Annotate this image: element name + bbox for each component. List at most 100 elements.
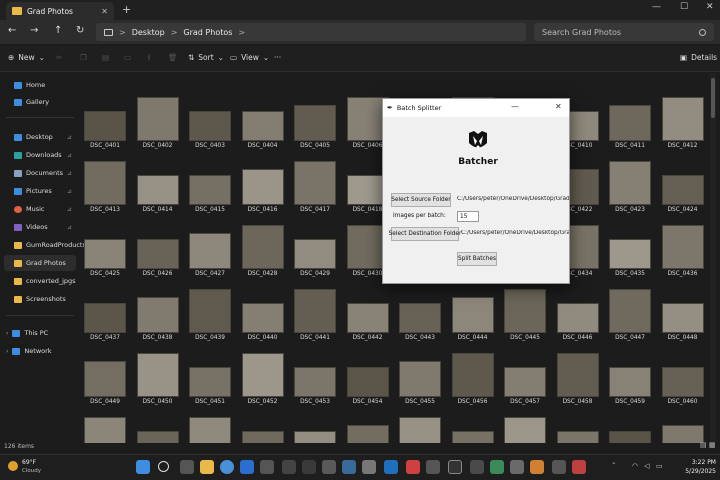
file-item[interactable]: DSC_0445 (500, 283, 550, 345)
sort-button[interactable]: ⇅ Sort ⌄ (188, 53, 224, 62)
delete-icon[interactable]: 🗑 (168, 53, 178, 62)
file-item[interactable]: DSC_0437 (80, 283, 130, 345)
sidebar-item-pictures[interactable]: Pictures ⊿ (4, 183, 76, 199)
battery-icon[interactable]: ▭ (656, 462, 663, 470)
python-icon[interactable] (342, 460, 356, 474)
file-item[interactable]: DSC_0457 (500, 347, 550, 409)
sidebar-item-desktop[interactable]: Desktop ⊿ (4, 129, 76, 145)
file-item[interactable]: DSC_0403 (185, 91, 235, 153)
file-item[interactable]: DSC_0425 (80, 219, 130, 281)
vscode-icon[interactable] (384, 460, 398, 474)
file-item[interactable]: DSC_0454 (343, 347, 393, 409)
clock[interactable]: 3:22 PM 5/29/2025 (670, 458, 716, 476)
app-icon[interactable] (490, 460, 504, 474)
file-item[interactable]: DSC_0439 (185, 283, 235, 345)
copy-icon[interactable]: ❐ (80, 53, 87, 62)
sidebar-item-gallery[interactable]: Gallery (4, 94, 76, 110)
paste-icon[interactable]: ▤ (102, 53, 109, 62)
up-button[interactable]: ↑ (54, 25, 62, 36)
file-item[interactable]: DSC_0451 (185, 347, 235, 409)
search-input[interactable]: Search Grad Photos (534, 23, 714, 41)
file-item[interactable]: DSC_0442 (343, 283, 393, 345)
minimize-button[interactable]: — (652, 2, 661, 12)
search-icon[interactable] (158, 461, 169, 472)
scrollbar-thumb[interactable] (711, 78, 715, 118)
file-item[interactable]: DSC_0447 (605, 283, 655, 345)
app-icon[interactable] (530, 460, 544, 474)
sidebar-item-converted-jpgs[interactable]: converted_jpgs (4, 273, 76, 289)
select-source-folder-button[interactable]: Select Source Folder (391, 193, 451, 207)
file-item[interactable]: DSC_0441 (290, 283, 340, 345)
refresh-button[interactable]: ↻ (76, 25, 84, 36)
app-icon[interactable] (260, 460, 274, 474)
file-item[interactable]: DSC_0450 (133, 347, 183, 409)
file-item[interactable]: DSC_0426 (133, 219, 183, 281)
file-item[interactable]: DSC_0455 (395, 347, 445, 409)
back-button[interactable]: ← (8, 25, 16, 36)
file-item[interactable]: DSC_0423 (605, 155, 655, 217)
file-item[interactable]: DSC_0446 (553, 283, 603, 345)
sidebar-item-documents[interactable]: Documents ⊿ (4, 165, 76, 181)
tab-close-icon[interactable]: ✕ (101, 7, 108, 16)
task-view-icon[interactable] (180, 460, 194, 474)
tray-chevron-icon[interactable]: ˄ (612, 462, 616, 470)
file-item[interactable]: DSC_0444 (448, 283, 498, 345)
new-button[interactable]: ⊕ New ⌄ (8, 53, 45, 62)
file-item[interactable]: DSC_0449 (80, 347, 130, 409)
new-tab-button[interactable]: + (122, 3, 131, 16)
sidebar-item-downloads[interactable]: Downloads ⊿ (4, 147, 76, 163)
file-item[interactable]: DSC_0438 (133, 283, 183, 345)
file-item[interactable]: DSC_0436 (658, 219, 708, 281)
file-item[interactable]: DSC_0415 (185, 155, 235, 217)
file-item[interactable] (658, 411, 708, 443)
file-item[interactable] (343, 411, 393, 443)
sidebar-item-home[interactable]: Home (4, 77, 76, 93)
file-item[interactable]: DSC_0428 (238, 219, 288, 281)
tab-grad-photos[interactable]: Grad Photos ✕ (6, 2, 114, 20)
file-item[interactable]: DSC_0412 (658, 91, 708, 153)
file-item[interactable] (448, 411, 498, 443)
images-per-batch-input[interactable]: 15 (457, 211, 479, 222)
file-item[interactable]: DSC_0405 (290, 91, 340, 153)
sidebar-item-videos[interactable]: Videos ⊿ (4, 219, 76, 235)
file-item[interactable]: DSC_0413 (80, 155, 130, 217)
weather-icon[interactable] (8, 461, 18, 471)
close-button[interactable]: ✕ (706, 2, 714, 12)
file-item[interactable]: DSC_0416 (238, 155, 288, 217)
file-item[interactable] (133, 411, 183, 443)
view-button[interactable]: ▭ View ⌄ (230, 53, 269, 62)
chrome-icon[interactable] (220, 460, 234, 474)
file-item[interactable]: DSC_0452 (238, 347, 288, 409)
file-item[interactable]: DSC_0411 (605, 91, 655, 153)
app-icon[interactable] (470, 460, 484, 474)
breadcrumb-desktop[interactable]: Desktop (132, 28, 165, 37)
file-item[interactable]: DSC_0456 (448, 347, 498, 409)
more-options-button[interactable]: ··· (274, 53, 281, 62)
split-batches-button[interactable]: Split Batches (457, 252, 497, 266)
vertical-scrollbar[interactable] (710, 73, 716, 443)
rename-icon[interactable]: ▭ (124, 53, 131, 62)
breadcrumb-grad-photos[interactable]: Grad Photos (183, 28, 232, 37)
file-item[interactable]: DSC_0460 (658, 347, 708, 409)
view-toggle-icons[interactable]: ▤ ▦ (700, 441, 715, 449)
address-bar[interactable]: > Desktop > Grad Photos > (96, 23, 526, 41)
share-icon[interactable]: ⇪ (146, 53, 152, 62)
file-item[interactable] (238, 411, 288, 443)
dialog-close-button[interactable]: ✕ (555, 102, 562, 111)
file-item[interactable] (80, 411, 130, 443)
app-icon[interactable] (406, 460, 420, 474)
sidebar-item-screenshots[interactable]: Screenshots (4, 291, 76, 307)
file-item[interactable]: DSC_0417 (290, 155, 340, 217)
file-item[interactable] (290, 411, 340, 443)
file-item[interactable]: DSC_0401 (80, 91, 130, 153)
file-item[interactable] (185, 411, 235, 443)
dialog-minimize-button[interactable]: — (511, 102, 519, 111)
start-icon[interactable] (136, 460, 150, 474)
file-item[interactable]: DSC_0404 (238, 91, 288, 153)
details-button[interactable]: ▣ Details (680, 53, 717, 62)
app-icon[interactable] (302, 460, 316, 474)
app-icon[interactable] (362, 460, 376, 474)
file-item[interactable]: DSC_0458 (553, 347, 603, 409)
file-explorer-icon[interactable] (200, 460, 214, 474)
volume-icon[interactable]: ◁ (644, 462, 649, 470)
